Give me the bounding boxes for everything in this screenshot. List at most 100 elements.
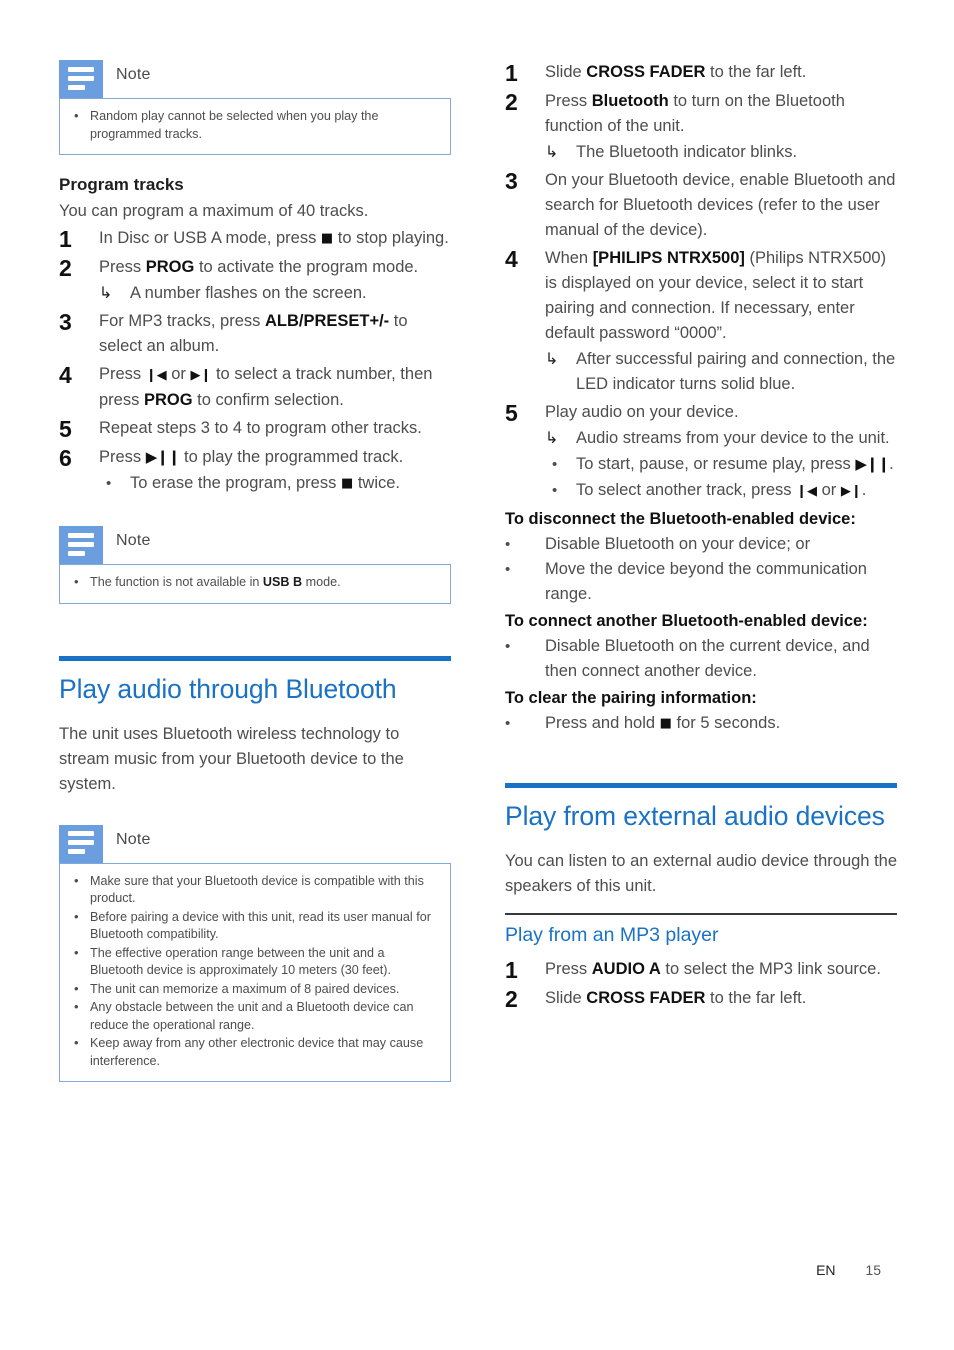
step-text: Slide CROSS FADER to the far left. — [545, 63, 807, 81]
subsection-heading-mp3: Play from an MP3 player — [505, 924, 719, 946]
result-text: After successful pairing and connection,… — [576, 350, 896, 393]
section-heading-external: Play from external audio devices — [505, 801, 885, 831]
step-number: 2 — [505, 986, 518, 1012]
disconnect-lead: To disconnect the Bluetooth-enabled devi… — [505, 510, 856, 528]
note-box-random-play: Note Random play cannot be selected when… — [59, 60, 451, 155]
step-number: 5 — [505, 400, 518, 426]
step-text: Press PROG to activate the program mode. — [99, 258, 419, 276]
result-arrow-icon: ↳ — [545, 351, 559, 368]
note-list: The function is not available in USB B m… — [72, 573, 438, 592]
step-content: Press PROG to activate the program mode.… — [99, 255, 451, 306]
step-text: Press ▶❙❙ to play the programmed track. — [99, 448, 404, 466]
note-title: Note — [116, 532, 151, 549]
step-content: When [PHILIPS NTRX500] (Philips NTRX500)… — [545, 246, 897, 397]
stop-icon: ■ — [340, 476, 354, 491]
step-bullet-line: • To start, pause, or resume play, press … — [545, 452, 897, 477]
section-heading-bluetooth: Play audio through Bluetooth — [59, 673, 397, 704]
emphasis: PROG — [145, 258, 195, 276]
step-text: Press AUDIO A to select the MP3 link sou… — [545, 960, 881, 978]
program-tracks-intro: You can program a maximum of 40 tracks. — [59, 202, 369, 220]
pause-bar-icon: ❙ — [156, 448, 169, 466]
pause-bar-icon: ❙ — [877, 455, 891, 473]
bullet-icon: • — [505, 715, 511, 732]
section-rule — [59, 655, 451, 661]
step-content: Repeat steps 3 to 4 to program other tra… — [99, 416, 451, 441]
result-text: Audio streams from your device to the un… — [576, 429, 890, 447]
step-result-line: ↳ The Bluetooth indicator blinks. — [545, 140, 897, 165]
step-number: 6 — [59, 445, 72, 471]
step-content: Play audio on your device. ↳ Audio streams… — [545, 400, 897, 504]
step: 2 Press Bluetooth to turn on the Bluetoot… — [505, 89, 897, 165]
bullet-icon: • — [505, 536, 511, 553]
note-title: Note — [116, 830, 151, 848]
step: 2 Press PROG to activate the program mode… — [59, 255, 451, 306]
step: 1 Press AUDIO A to select the MP3 link so… — [505, 957, 897, 983]
left-column: Note Random play cannot be selected when… — [59, 60, 451, 1088]
play-pause-icon: ▶ — [145, 448, 158, 466]
bullet-icon: • — [106, 475, 112, 492]
result-arrow-icon: ↳ — [99, 285, 113, 302]
step-result-line: ↳ A number flashes on the screen. — [99, 281, 451, 306]
note-box-bluetooth-tips: Note Make sure that your Bluetooth devic… — [59, 824, 451, 1082]
step-text: Press ❙◀ or ▶❙ to select a track number,… — [99, 365, 433, 409]
step: 4 When [PHILIPS NTRX500] (Philips NTRX500… — [505, 246, 897, 397]
next-track-icon: ▶❙ — [190, 368, 212, 383]
top-level-bullet: • Press and hold ■ for 5 seconds. — [505, 711, 897, 737]
step-number: 5 — [59, 416, 72, 442]
step-result-line: ↳ After successful pairing and connection… — [545, 347, 897, 397]
step-number: 2 — [505, 89, 518, 115]
play-pause-icon: ▶ — [855, 455, 867, 473]
previous-track-icon: ❙◀ — [145, 368, 167, 383]
result-arrow-icon: ↳ — [545, 144, 559, 161]
step-number: 2 — [59, 255, 72, 281]
step-content: Press ▶❙❙ to play the programmed track. •… — [99, 445, 451, 497]
note-header: Note — [59, 824, 451, 863]
page-number: 15 — [865, 1262, 881, 1278]
connect-another-block: To connect another Bluetooth-enabled dev… — [505, 609, 897, 684]
page-footer: EN 15 — [0, 1262, 954, 1278]
bullet-icon: • — [552, 456, 558, 473]
note-list-item: The function is not available in USB B m… — [72, 573, 438, 592]
pause-bar-icon: ❙ — [167, 448, 181, 466]
emphasis: Bluetooth — [591, 92, 669, 110]
step: 3 On your Bluetooth device, enable Blueto… — [505, 168, 897, 243]
step-number: 1 — [505, 957, 518, 983]
emphasis: AUDIO A — [591, 960, 661, 978]
emphasis: ALB/PRESET+/- — [264, 312, 390, 330]
bullet-text: Move the device beyond the communication… — [545, 560, 867, 603]
step-content: On your Bluetooth device, enable Bluetoo… — [545, 168, 897, 243]
stop-icon: ■ — [320, 231, 334, 246]
mp3-player-steps: 1 Press AUDIO A to select the MP3 link so… — [505, 957, 897, 1012]
note-list-item: Any obstacle between the unit and a Blue… — [72, 998, 438, 1034]
note-lines-icon — [59, 824, 103, 863]
manual-page: Note Random play cannot be selected when… — [0, 0, 954, 1350]
section-intro-bluetooth: The unit uses Bluetooth wireless technol… — [59, 724, 404, 793]
clear-pairing-bullets: • Press and hold ■ for 5 seconds. — [505, 711, 897, 737]
step: 4 Press ❙◀ or ▶❙ to select a track number… — [59, 362, 451, 413]
note-list: Make sure that your Bluetooth device is … — [72, 872, 438, 1071]
step-text: Repeat steps 3 to 4 to program other tra… — [99, 419, 422, 437]
right-column: 1 Slide CROSS FADER to the far left. 2 Pres… — [505, 60, 897, 1015]
step-result-line: ↳ Audio streams from your device to the u… — [545, 426, 897, 451]
step-text: On your Bluetooth device, enable Bluetoo… — [545, 171, 896, 239]
bullet-text: Press and hold ■ for 5 seconds. — [545, 714, 781, 732]
step-content: Slide CROSS FADER to the far left. — [545, 986, 897, 1011]
note-list-item: Before pairing a device with this unit, … — [72, 908, 438, 944]
step-text: Play audio on your device. — [545, 403, 739, 421]
step: 1 In Disc or USB A mode, press ■ to stop … — [59, 226, 451, 252]
result-arrow-icon: ↳ — [545, 430, 559, 447]
step-text: For MP3 tracks, press ALB/PRESET+/- to s… — [99, 312, 408, 355]
step-content: Press AUDIO A to select the MP3 link sou… — [545, 957, 897, 982]
step-number: 4 — [59, 362, 72, 388]
bullet-text: To start, pause, or resume play, press ▶… — [576, 455, 894, 473]
stop-icon: ■ — [659, 716, 672, 731]
connect-another-lead: To connect another Bluetooth-enabled dev… — [505, 612, 868, 630]
note-body: Make sure that your Bluetooth device is … — [59, 862, 451, 1082]
note-title: Note — [116, 66, 151, 83]
section-rule — [505, 783, 897, 788]
note-body: Random play cannot be selected when you … — [59, 98, 451, 155]
step-content: Press Bluetooth to turn on the Bluetooth… — [545, 89, 897, 165]
bullet-text: Disable Bluetooth on the current device,… — [545, 637, 870, 680]
top-level-bullet: • Move the device beyond the communicatio… — [505, 557, 897, 607]
note-lines-icon — [59, 60, 103, 98]
